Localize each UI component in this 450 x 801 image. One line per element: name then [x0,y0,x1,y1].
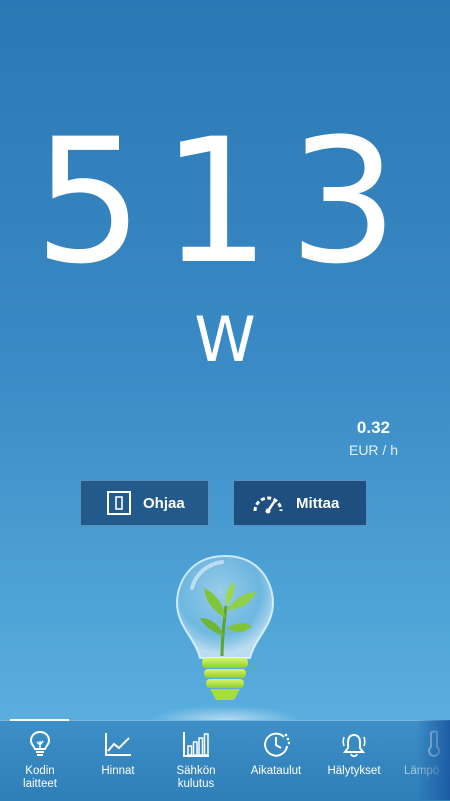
control-button-label: Ohjaa [143,494,185,512]
eco-lightbulb-illustration [150,554,300,728]
power-value: 513 [33,101,417,302]
clock-icon [264,732,290,757]
tab-label: Hälytykset [327,765,381,777]
tab-label: Kodin laitteet [23,765,57,790]
lightbulb-icon [29,730,51,756]
tab-electricity-consumption[interactable]: Sähkön kulutus [156,721,236,801]
measure-button-label: Mittaa [296,494,340,512]
switch-icon [99,490,139,516]
line-chart-icon [105,733,131,756]
bottom-tab-bar: Kodin laitteet Hinnat Sähkön kulutus Aik… [0,719,450,801]
tab-schedules[interactable]: Aikataulut [236,721,316,801]
bar-chart-icon [183,732,209,757]
cost-value: 0.32 [356,418,390,437]
tab-label: Sähkön kulutus [176,765,216,790]
tab-bar-scroll-fade [416,720,450,800]
tab-prices[interactable]: Hinnat [78,721,158,801]
tab-alarms[interactable]: Hälytykset [314,721,394,801]
control-button[interactable]: Ohjaa [80,480,209,526]
tab-label: Aikataulut [250,765,302,777]
alarm-bell-icon [342,733,366,758]
tab-home-devices[interactable]: Kodin laitteet [0,721,80,801]
gauge-icon [248,491,288,515]
measure-button[interactable]: Mittaa [233,480,367,526]
cost-unit: EUR / h [348,442,398,458]
tab-label: Hinnat [101,765,135,777]
power-unit: W [194,303,256,376]
